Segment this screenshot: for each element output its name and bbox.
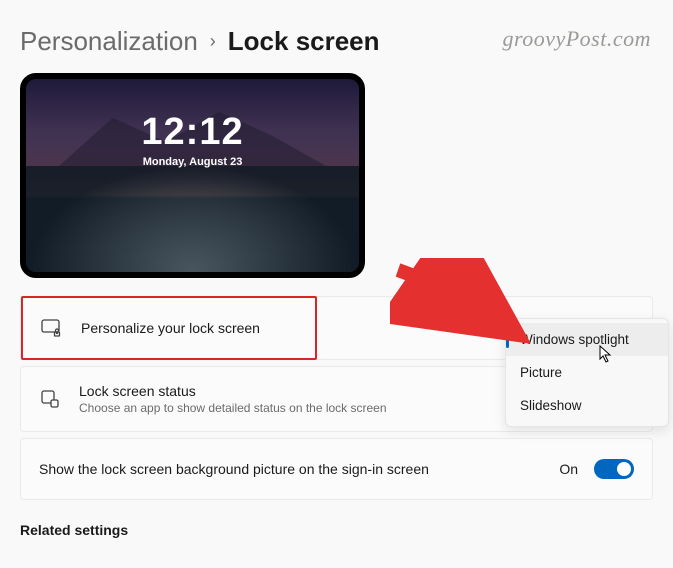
watermark: groovyPost.com	[502, 26, 651, 52]
chevron-right-icon: ›	[210, 31, 216, 52]
breadcrumb-parent[interactable]: Personalization	[20, 26, 198, 57]
personalize-highlight[interactable]: Personalize your lock screen	[21, 296, 317, 360]
related-settings-heading: Related settings	[20, 522, 653, 538]
dropdown-option-picture[interactable]: Picture	[506, 356, 668, 389]
signin-value: On	[559, 461, 578, 477]
personalize-dropdown[interactable]: Windows spotlight Picture Slideshow	[505, 318, 669, 427]
breadcrumb-current: Lock screen	[228, 26, 380, 57]
personalize-title: Personalize your lock screen	[81, 320, 297, 336]
signin-background-row: Show the lock screen background picture …	[20, 438, 653, 500]
lock-screen-preview: 12:12 Monday, August 23	[20, 73, 365, 278]
app-status-icon	[39, 388, 61, 410]
dropdown-option-slideshow[interactable]: Slideshow	[506, 389, 668, 422]
monitor-lock-icon	[41, 317, 63, 339]
preview-time: 12:12	[26, 111, 359, 154]
signin-toggle[interactable]	[594, 459, 634, 479]
signin-title: Show the lock screen background picture …	[39, 461, 551, 477]
dropdown-option-spotlight[interactable]: Windows spotlight	[506, 323, 668, 356]
preview-date: Monday, August 23	[26, 156, 359, 168]
